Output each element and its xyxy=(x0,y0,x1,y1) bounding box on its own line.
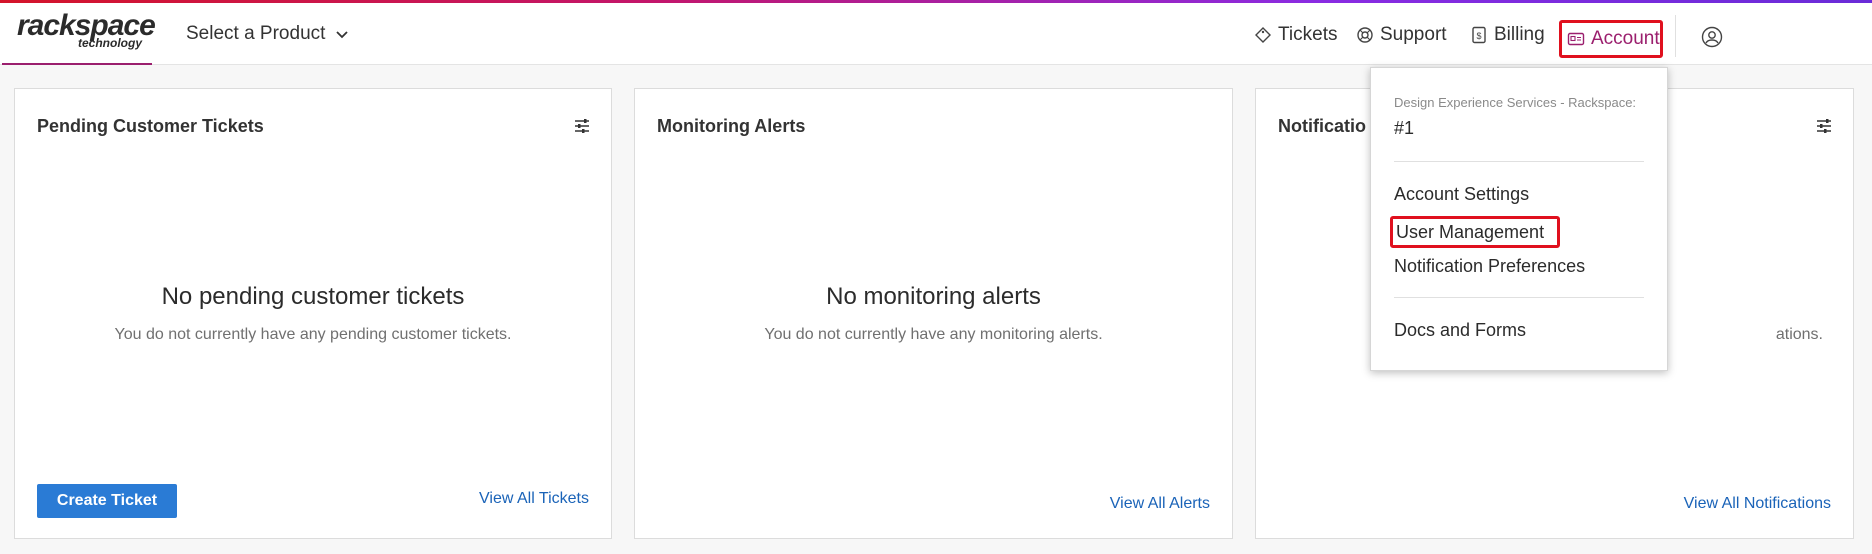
sliders-icon[interactable] xyxy=(573,117,591,135)
empty-state-subtitle: You do not currently have any monitoring… xyxy=(764,326,1103,343)
top-header: rackspace technology Select a Product Ti… xyxy=(0,3,1872,65)
account-card-icon xyxy=(1567,32,1585,46)
product-select-dropdown[interactable]: Select a Product xyxy=(186,23,349,45)
empty-state-subtitle: You do not currently have any pending cu… xyxy=(114,326,512,343)
pending-tickets-card: Pending Customer Tickets No pending cust… xyxy=(14,88,612,539)
empty-state-title: No pending customer tickets xyxy=(161,283,465,310)
menu-item-account-settings[interactable]: Account Settings xyxy=(1394,184,1529,205)
user-profile-icon[interactable] xyxy=(1701,26,1723,48)
menu-item-docs-and-forms[interactable]: Docs and Forms xyxy=(1394,320,1526,341)
menu-divider xyxy=(1394,297,1644,298)
nav-account[interactable]: Account xyxy=(1559,20,1663,58)
nav-account-label: Account xyxy=(1591,28,1660,49)
logo-subtext: technology xyxy=(78,36,143,50)
card-title: Monitoring Alerts xyxy=(657,116,806,136)
menu-item-user-management[interactable]: User Management xyxy=(1390,216,1560,248)
menu-item-notification-preferences[interactable]: Notification Preferences xyxy=(1394,256,1585,277)
nav-billing-label: Billing xyxy=(1494,24,1545,45)
card-title: Notificatio xyxy=(1278,116,1366,136)
support-icon xyxy=(1357,27,1373,43)
ticket-icon xyxy=(1255,27,1271,43)
chevron-down-icon xyxy=(336,31,349,39)
billing-icon: $ xyxy=(1472,26,1486,44)
card-title: Pending Customer Tickets xyxy=(37,116,264,136)
svg-text:$: $ xyxy=(1476,31,1481,41)
monitoring-alerts-card: Monitoring Alerts No monitoring alerts Y… xyxy=(634,88,1233,539)
account-number: #1 xyxy=(1394,118,1415,138)
menu-divider xyxy=(1394,161,1644,162)
view-all-tickets-link[interactable]: View All Tickets xyxy=(479,490,589,508)
view-all-notifications-link[interactable]: View All Notifications xyxy=(1684,495,1831,513)
empty-state-subtitle: ations. xyxy=(1775,326,1823,343)
nav-support[interactable]: Support xyxy=(1356,19,1447,51)
nav-billing[interactable]: $ Billing xyxy=(1470,19,1545,51)
nav-tickets[interactable]: Tickets xyxy=(1254,19,1337,51)
account-dropdown-menu: Design Experience Services - Rackspace: … xyxy=(1370,67,1668,371)
account-name-label: Design Experience Services - Rackspace: xyxy=(1394,95,1637,110)
empty-state-title: No monitoring alerts xyxy=(826,283,1041,310)
nav-divider xyxy=(1675,15,1676,57)
sliders-icon[interactable] xyxy=(1815,117,1833,135)
nav-tickets-label: Tickets xyxy=(1278,24,1338,45)
create-ticket-button[interactable]: Create Ticket xyxy=(37,484,177,518)
view-all-alerts-link[interactable]: View All Alerts xyxy=(1110,495,1210,513)
rackspace-logo[interactable]: rackspace technology xyxy=(2,3,156,65)
nav-support-label: Support xyxy=(1380,24,1447,45)
product-select-label: Select a Product xyxy=(186,23,326,44)
